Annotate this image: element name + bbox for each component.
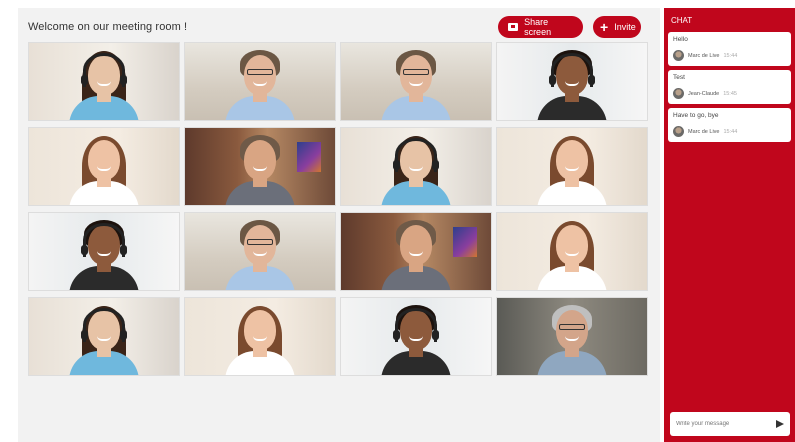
chat-message: Hello Marc de Live 15:44 [668, 32, 791, 66]
headset-earpiece [588, 75, 595, 85]
video-tile[interactable] [340, 127, 492, 206]
video-tile[interactable] [496, 297, 648, 376]
participant-video [376, 43, 456, 120]
headset-icon [551, 53, 593, 87]
wall-painting [297, 142, 321, 172]
avatar [673, 50, 684, 61]
glasses-icon [559, 324, 585, 330]
video-tile[interactable] [184, 212, 336, 291]
message-time: 15:45 [723, 90, 737, 97]
participant-video [220, 213, 300, 290]
participant-video [376, 128, 456, 205]
participant-face [244, 225, 276, 265]
plus-icon: + [600, 18, 609, 35]
video-tile[interactable] [28, 212, 180, 291]
message-text: Hello [673, 36, 688, 43]
send-icon[interactable] [776, 420, 784, 428]
participant-face [88, 140, 120, 180]
headset-icon [395, 308, 437, 342]
video-grid [28, 42, 650, 376]
message-input[interactable] [676, 421, 771, 427]
headset-earpiece [120, 75, 127, 85]
chat-message: Test Jean-Claude 15:45 [668, 70, 791, 104]
headset-earpiece [81, 75, 88, 85]
glasses-icon [247, 239, 273, 245]
chat-title: CHAT [671, 16, 693, 25]
share-screen-button[interactable]: Share screen [498, 16, 583, 38]
participant-video [220, 298, 300, 375]
headset-earpiece [432, 330, 439, 340]
participant-video [64, 213, 144, 290]
video-tile[interactable] [28, 42, 180, 121]
share-screen-label: Share screen [524, 17, 552, 37]
video-tile[interactable] [28, 297, 180, 376]
participant-face [556, 140, 588, 180]
participant-face [244, 310, 276, 350]
video-tile[interactable] [184, 297, 336, 376]
avatar [673, 126, 684, 137]
video-tile[interactable] [184, 42, 336, 121]
participant-video [376, 298, 456, 375]
video-tile[interactable] [184, 127, 336, 206]
invite-label: Invite [614, 22, 636, 32]
headset-earpiece [81, 245, 88, 255]
main-panel: Welcome on our meeting room ! Share scre… [18, 8, 660, 442]
participant-video [64, 128, 144, 205]
meeting-app: Welcome on our meeting room ! Share scre… [0, 0, 795, 442]
participant-video [532, 43, 612, 120]
participant-video [532, 213, 612, 290]
participant-video [64, 43, 144, 120]
participant-face [244, 55, 276, 95]
headset-earpiece [549, 75, 556, 85]
participant-video [376, 213, 456, 290]
glasses-icon [403, 69, 429, 75]
page-title: Welcome on our meeting room ! [28, 21, 188, 33]
message-time: 15:44 [723, 128, 738, 135]
headset-earpiece [393, 330, 400, 340]
video-tile[interactable] [496, 42, 648, 121]
message-time: 15:44 [723, 52, 738, 59]
message-author: Marc de Live [688, 52, 720, 59]
video-tile[interactable] [340, 212, 492, 291]
chat-panel: CHAT Hello Marc de Live 15:44 Test Jean-… [664, 8, 795, 442]
participant-face [400, 225, 432, 265]
headset-icon [83, 308, 125, 342]
wall-painting [453, 227, 477, 257]
headset-earpiece [120, 330, 127, 340]
message-text: Test [673, 74, 685, 81]
message-author: Jean-Claude [688, 90, 720, 97]
headset-earpiece [393, 160, 400, 170]
participant-video [220, 128, 300, 205]
participant-face [244, 140, 276, 180]
glasses-icon [247, 69, 273, 75]
chat-message: Have to go, bye Marc de Live 15:44 [668, 108, 791, 142]
headset-icon [83, 223, 125, 257]
invite-button[interactable]: + Invite [593, 16, 641, 38]
screen-share-icon [508, 23, 519, 31]
video-tile[interactable] [496, 127, 648, 206]
message-author: Marc de Live [688, 128, 720, 135]
headset-earpiece [120, 245, 127, 255]
participant-video [532, 128, 612, 205]
headset-earpiece [432, 160, 439, 170]
headset-earpiece [81, 330, 88, 340]
video-tile[interactable] [340, 42, 492, 121]
message-text: Have to go, bye [673, 112, 719, 119]
avatar [673, 88, 684, 99]
participant-video [532, 298, 612, 375]
participant-video [64, 298, 144, 375]
participant-video [220, 43, 300, 120]
participant-face [556, 225, 588, 265]
participant-face [400, 55, 432, 95]
headset-icon [83, 53, 125, 87]
video-tile[interactable] [28, 127, 180, 206]
video-tile[interactable] [340, 297, 492, 376]
participant-face [556, 310, 588, 350]
headset-icon [395, 138, 437, 172]
message-input-box [670, 412, 790, 436]
video-tile[interactable] [496, 212, 648, 291]
